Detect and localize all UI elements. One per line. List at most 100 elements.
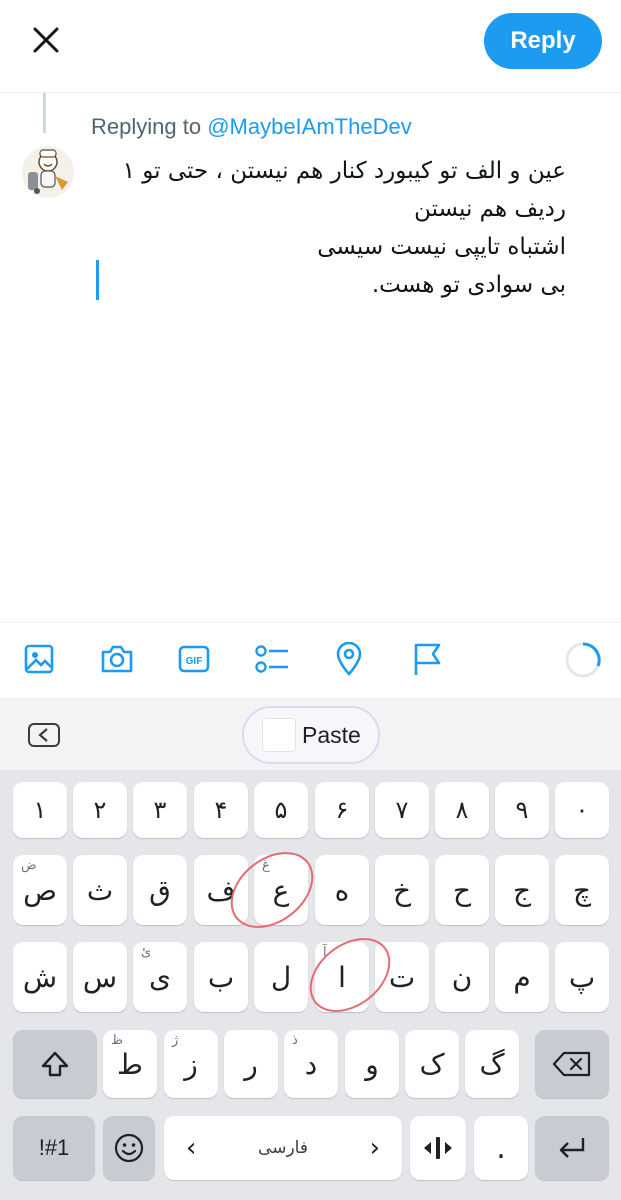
location-button[interactable] xyxy=(329,639,369,679)
text-caret xyxy=(96,260,99,300)
key-digit[interactable]: ۹ xyxy=(495,782,549,838)
key-label: ب xyxy=(207,960,235,994)
key-letter[interactable]: ن xyxy=(435,942,489,1012)
poll-button[interactable] xyxy=(252,639,292,679)
key-letter[interactable]: ه xyxy=(315,855,369,925)
key-label: . xyxy=(496,1130,506,1166)
key-letter[interactable]: خ xyxy=(375,855,429,925)
compose-line: بی سوادی تو هست. xyxy=(371,272,566,298)
key-letter[interactable]: چ xyxy=(555,855,609,925)
shift-key[interactable] xyxy=(13,1030,97,1098)
camera-button[interactable] xyxy=(97,639,137,679)
key-label: ت xyxy=(388,960,416,994)
key-letter[interactable]: ضص xyxy=(13,855,67,925)
key-letter[interactable]: ق xyxy=(133,855,187,925)
key-label: !#1 xyxy=(38,1135,70,1160)
key-letter[interactable]: ل xyxy=(254,942,308,1012)
emoji-icon xyxy=(114,1133,144,1163)
key-letter[interactable]: ژز xyxy=(164,1030,218,1098)
key-label: پ xyxy=(568,960,596,994)
key-digit[interactable]: ۴ xyxy=(194,782,248,838)
location-icon xyxy=(336,642,362,676)
key-hint: ض xyxy=(21,858,37,873)
space-right-arrow: › xyxy=(369,1133,380,1163)
cursor-move-key[interactable] xyxy=(410,1116,466,1180)
key-label: د xyxy=(304,1047,318,1081)
key-digit[interactable]: ۵ xyxy=(254,782,308,838)
replying-to-label: Replying to @MaybeIAmTheDev xyxy=(91,114,412,140)
key-letter[interactable]: ب xyxy=(194,942,248,1012)
paste-label: Paste xyxy=(302,721,361,748)
replying-handle-link[interactable]: @MaybeIAmTheDev xyxy=(207,114,412,139)
key-letter[interactable]: و xyxy=(345,1030,399,1098)
avatar[interactable] xyxy=(22,146,74,198)
period-key[interactable]: . xyxy=(474,1116,528,1180)
key-label: و xyxy=(365,1047,379,1081)
clipboard-thumbnail xyxy=(262,718,296,752)
replying-prefix: Replying to xyxy=(91,114,208,139)
paste-suggestion-chip[interactable]: Paste xyxy=(242,706,380,764)
key-digit[interactable]: ۱ xyxy=(13,782,67,838)
key-digit[interactable]: ۲ xyxy=(73,782,127,838)
key-letter[interactable]: پ xyxy=(555,942,609,1012)
enter-key[interactable] xyxy=(535,1116,609,1180)
thread-line xyxy=(43,93,46,133)
key-label: ۳ xyxy=(153,796,167,824)
key-label: ل xyxy=(270,960,292,994)
tweet-compose-textarea[interactable]: عین و الف تو کیبورد کنار هم نیستن ، حتی … xyxy=(88,152,566,304)
key-label: ۰ xyxy=(575,796,589,824)
key-digit[interactable]: ۷ xyxy=(375,782,429,838)
key-letter[interactable]: ظط xyxy=(103,1030,157,1098)
gif-button[interactable]: GIF xyxy=(174,639,214,679)
key-label: ۴ xyxy=(214,796,228,824)
flag-button[interactable] xyxy=(407,639,447,679)
key-digit[interactable]: ۳ xyxy=(133,782,187,838)
add-image-button[interactable] xyxy=(19,639,59,679)
space-bar[interactable]: ‹ فارسی › xyxy=(164,1116,402,1180)
key-letter[interactable]: ح xyxy=(435,855,489,925)
image-icon xyxy=(24,644,54,674)
key-label: ۵ xyxy=(274,796,288,824)
close-button[interactable] xyxy=(26,20,66,60)
key-hint: ژ xyxy=(172,1033,179,1048)
key-label: س xyxy=(82,960,118,994)
backspace-key[interactable] xyxy=(535,1030,609,1098)
emoji-key[interactable] xyxy=(103,1116,155,1180)
key-letter[interactable]: ث xyxy=(73,855,127,925)
key-label: ی xyxy=(149,960,171,994)
key-label: ق xyxy=(149,873,171,907)
key-letter[interactable]: م xyxy=(495,942,549,1012)
key-label: گ xyxy=(479,1047,505,1081)
key-label: ۹ xyxy=(515,796,529,824)
key-letter[interactable]: س xyxy=(73,942,127,1012)
key-label: ۱ xyxy=(33,796,47,824)
key-letter[interactable]: ج xyxy=(495,855,549,925)
compose-line: اشتباه تایپی نیست سیسی xyxy=(317,234,566,260)
gif-icon: GIF xyxy=(178,645,210,673)
keyboard-collapse-button[interactable] xyxy=(27,722,61,748)
reply-button[interactable]: Reply xyxy=(484,13,602,69)
key-letter[interactable]: ئی xyxy=(133,942,187,1012)
space-language-label: فارسی xyxy=(258,1138,308,1158)
symbols-key[interactable]: !#1 xyxy=(13,1116,95,1180)
key-label: ح xyxy=(452,873,472,907)
key-label: م xyxy=(513,960,531,994)
avatar-cartoon-icon xyxy=(28,149,68,194)
reply-compose-screen: Reply Replying to @MaybeIAmTheDev عین و … xyxy=(0,0,621,1200)
key-letter[interactable]: گ xyxy=(465,1030,519,1098)
key-letter[interactable]: ش xyxy=(13,942,67,1012)
key-label: ج xyxy=(512,873,532,907)
key-label: ر xyxy=(244,1047,258,1081)
key-digit[interactable]: ۸ xyxy=(435,782,489,838)
compose-line: ردیف هم نیستن xyxy=(414,196,566,222)
key-letter[interactable]: ذد xyxy=(284,1030,338,1098)
key-label: ن xyxy=(451,960,473,994)
key-label: ط xyxy=(117,1047,143,1081)
key-hint: ظ xyxy=(111,1033,124,1048)
key-digit[interactable]: ۶ xyxy=(315,782,369,838)
key-letter[interactable]: ر xyxy=(224,1030,278,1098)
key-digit[interactable]: ۰ xyxy=(555,782,609,838)
key-letter[interactable]: ک xyxy=(405,1030,459,1098)
key-label: ز xyxy=(184,1047,198,1081)
cursor-move-icon xyxy=(424,1137,452,1159)
